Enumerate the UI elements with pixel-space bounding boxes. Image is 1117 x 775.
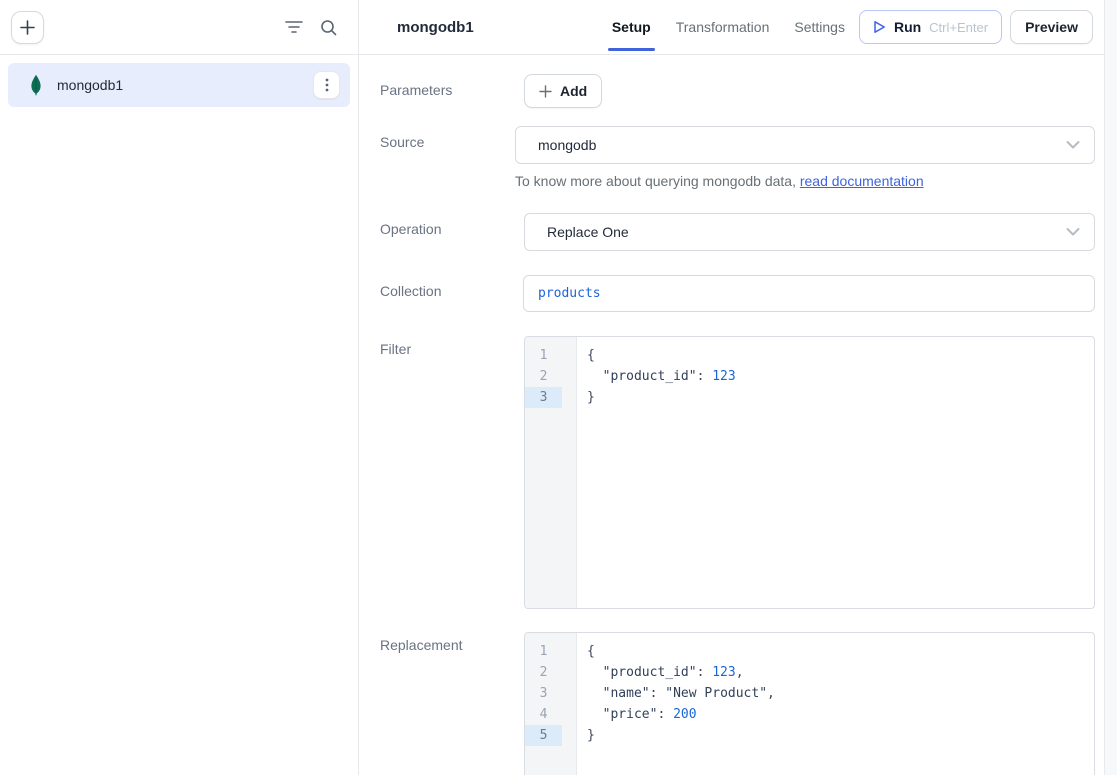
read-documentation-link[interactable]: read documentation bbox=[800, 173, 924, 189]
parameters-label: Parameters bbox=[380, 74, 524, 98]
replacement-code-content[interactable]: { "product_id": 123, "name": "New Produc… bbox=[577, 633, 775, 775]
query-item-menu-button[interactable] bbox=[313, 71, 340, 99]
chevron-down-icon bbox=[1066, 141, 1080, 150]
chevron-down-icon bbox=[1066, 228, 1080, 237]
operation-select-value: Replace One bbox=[547, 224, 629, 240]
add-query-button[interactable] bbox=[11, 11, 44, 44]
plus-icon bbox=[539, 85, 552, 98]
query-editor-main: mongodb1 Setup Transformation Settings R… bbox=[359, 0, 1117, 775]
add-parameter-label: Add bbox=[560, 83, 587, 99]
replacement-label: Replacement bbox=[380, 632, 524, 653]
play-icon bbox=[873, 20, 886, 34]
operation-label: Operation bbox=[380, 213, 524, 237]
source-row: Source mongodb To know more about queryi… bbox=[380, 126, 1095, 189]
filter-line-numbers: 123 bbox=[525, 337, 577, 608]
run-shortcut-hint: Ctrl+Enter bbox=[929, 20, 988, 35]
source-help-text: To know more about querying mongodb data… bbox=[515, 173, 1095, 189]
operation-row: Operation Replace One bbox=[380, 213, 1095, 251]
run-button[interactable]: Run Ctrl+Enter bbox=[859, 10, 1002, 44]
operation-select[interactable]: Replace One bbox=[524, 213, 1095, 251]
collection-input-value: products bbox=[538, 286, 601, 301]
preview-button[interactable]: Preview bbox=[1010, 10, 1093, 44]
filter-label: Filter bbox=[380, 336, 524, 357]
sidebar-toolbar bbox=[0, 0, 358, 55]
query-list: mongodb1 bbox=[0, 55, 358, 115]
tab-settings[interactable]: Settings bbox=[794, 0, 845, 55]
plus-icon bbox=[19, 19, 36, 36]
tab-setup[interactable]: Setup bbox=[612, 0, 651, 55]
replacement-code-editor[interactable]: 12345 { "product_id": 123, "name": "New … bbox=[524, 632, 1095, 775]
collection-label: Collection bbox=[380, 275, 524, 299]
query-editor-header: mongodb1 Setup Transformation Settings R… bbox=[359, 0, 1117, 55]
kebab-menu-icon bbox=[325, 78, 329, 92]
query-item-label: mongodb1 bbox=[57, 77, 313, 93]
filter-row: Filter 123 { "product_id": 123} bbox=[380, 336, 1095, 609]
run-button-label: Run bbox=[894, 19, 921, 35]
search-queries-button[interactable] bbox=[314, 13, 342, 41]
query-sidebar: mongodb1 bbox=[0, 0, 359, 775]
add-parameter-button[interactable]: Add bbox=[524, 74, 602, 108]
tab-transformation[interactable]: Transformation bbox=[676, 0, 770, 55]
mongodb-leaf-icon bbox=[28, 74, 44, 96]
search-icon bbox=[320, 19, 337, 36]
query-title: mongodb1 bbox=[397, 19, 474, 36]
query-list-item-mongodb1[interactable]: mongodb1 bbox=[8, 63, 350, 107]
filter-code-editor[interactable]: 123 { "product_id": 123} bbox=[524, 336, 1095, 609]
query-editor-app: mongodb1 mongodb1 Setup Transformation S… bbox=[0, 0, 1117, 775]
filter-queries-button[interactable] bbox=[280, 13, 308, 41]
collection-input[interactable]: products bbox=[523, 275, 1095, 312]
source-label: Source bbox=[380, 126, 524, 150]
source-select-value: mongodb bbox=[538, 137, 596, 153]
setup-panel: Parameters Add Source mongodb bbox=[359, 55, 1104, 775]
collection-row: Collection products bbox=[380, 275, 1095, 312]
replacement-row: Replacement 12345 { "product_id": 123, "… bbox=[380, 632, 1095, 775]
filter-code-content[interactable]: { "product_id": 123} bbox=[577, 337, 736, 608]
source-select[interactable]: mongodb bbox=[515, 126, 1095, 164]
scrollbar-track[interactable] bbox=[1104, 0, 1117, 775]
editor-tabs: Setup Transformation Settings bbox=[612, 0, 845, 55]
filter-lines-icon bbox=[285, 20, 303, 34]
parameters-row: Parameters Add bbox=[380, 74, 1095, 108]
replacement-line-numbers: 12345 bbox=[525, 633, 577, 775]
